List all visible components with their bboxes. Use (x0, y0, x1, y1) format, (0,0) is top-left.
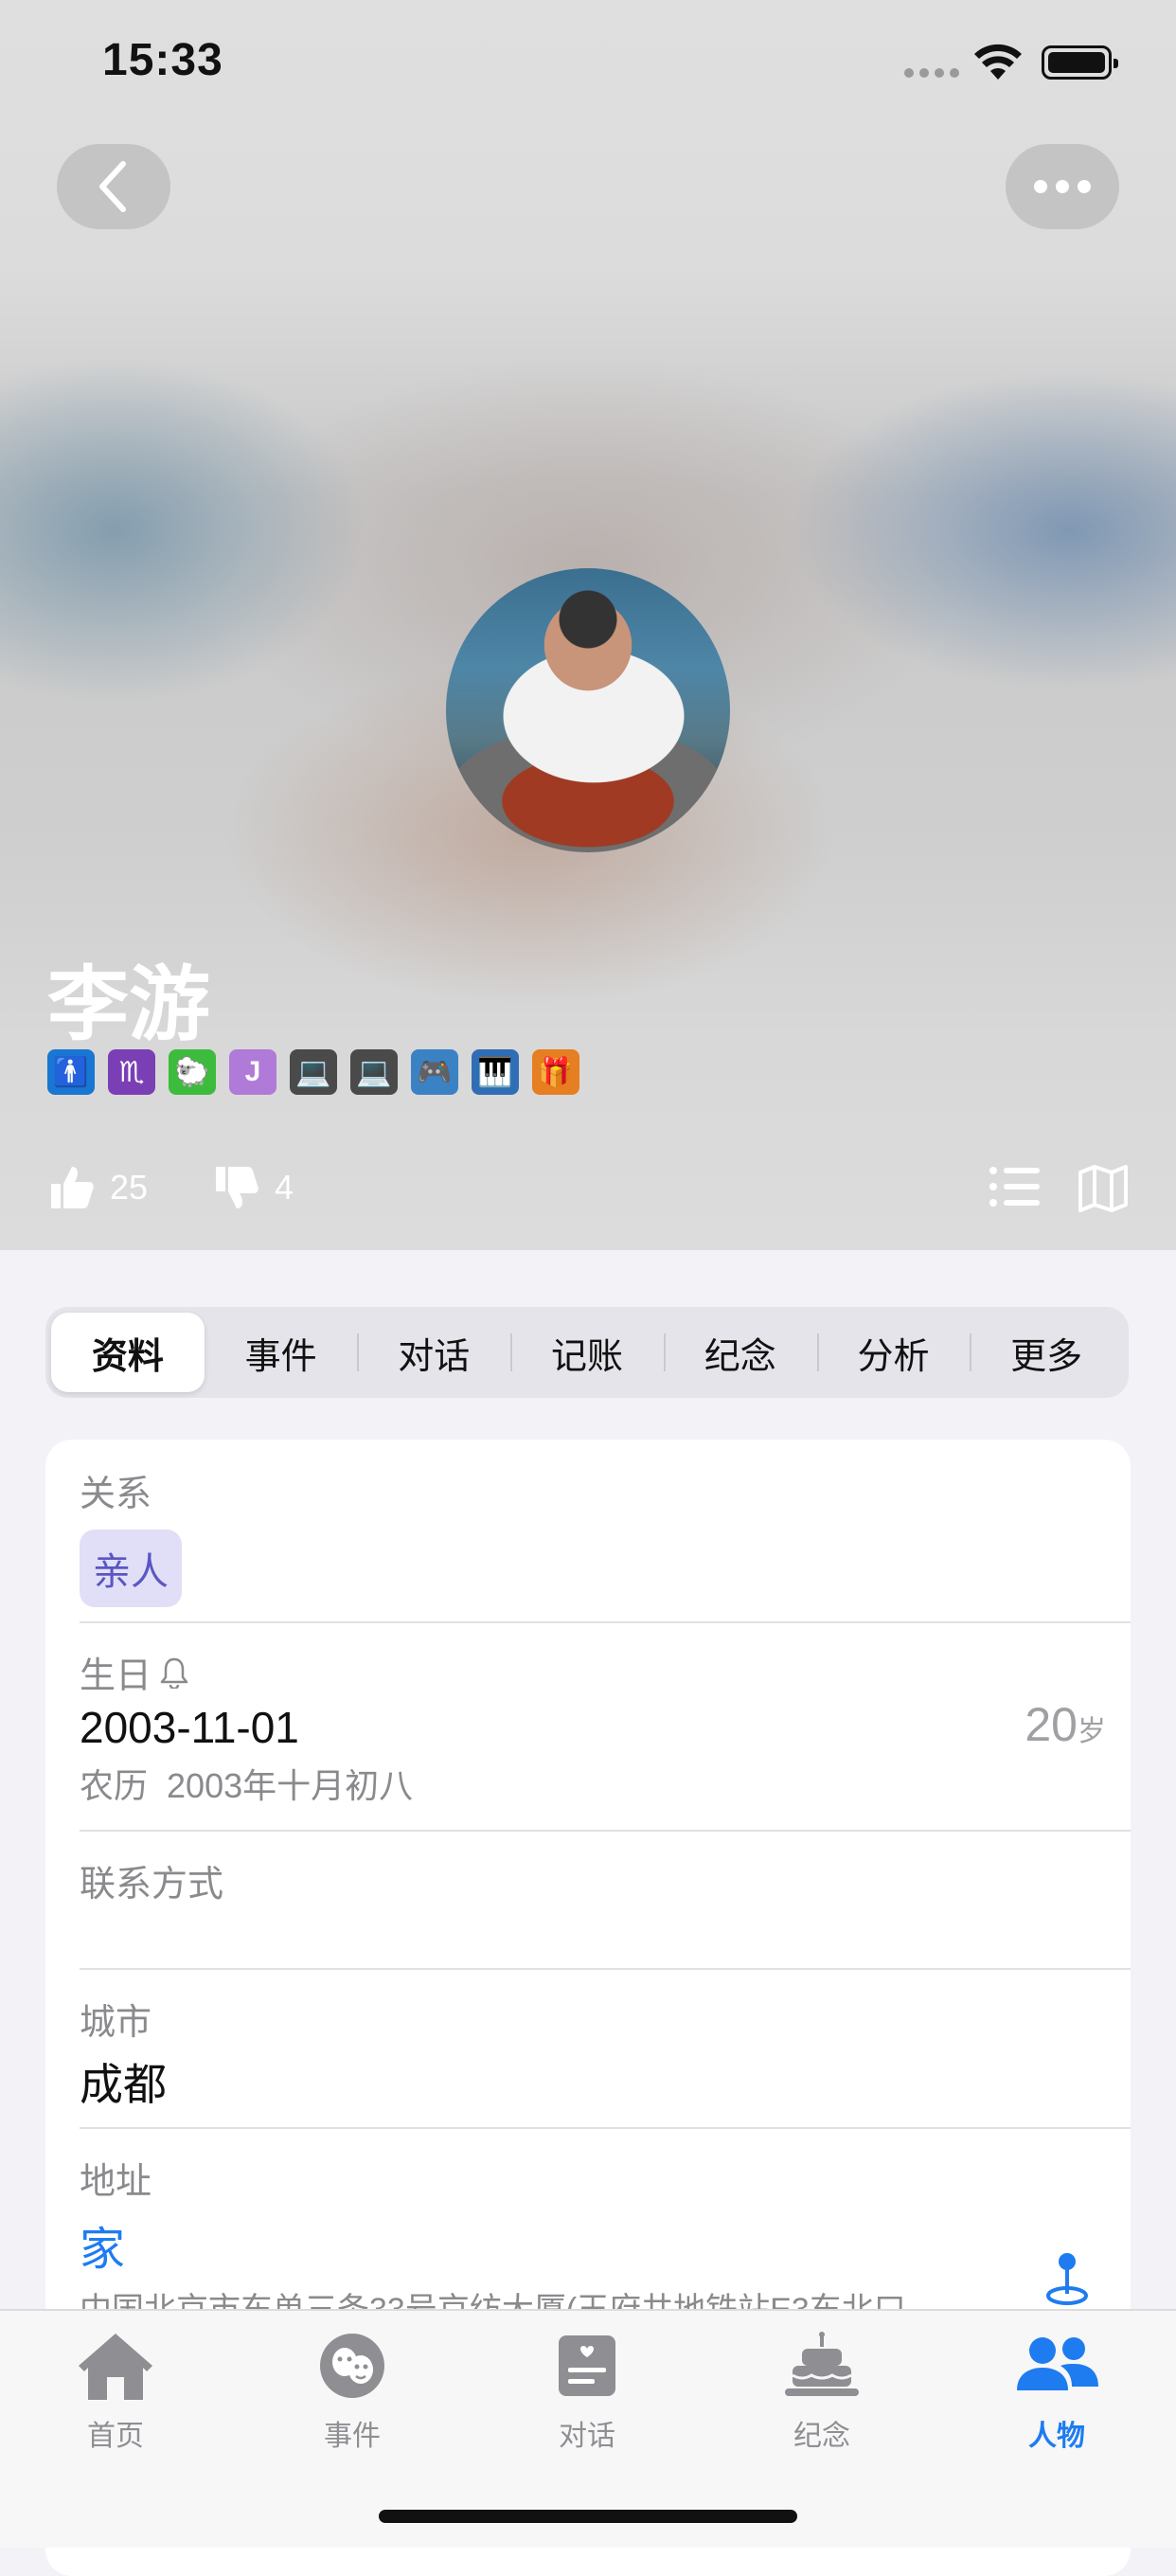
bell-icon (160, 1657, 188, 1689)
chat-card-icon (559, 2335, 615, 2396)
segmented-control: 资料 事件 对话 记账 纪念 分析 更多 (45, 1307, 1129, 1398)
contact-row[interactable]: 联系方式 (80, 1830, 1131, 1970)
home-indicator (379, 2510, 797, 2523)
address-name: 家 (80, 2225, 126, 2275)
contact-label: 联系方式 (80, 1865, 224, 1905)
back-button[interactable] (57, 144, 170, 229)
scorpio-icon: ♏ (108, 1049, 155, 1095)
likes-count: 25 (110, 1168, 149, 1207)
tab-events[interactable]: 事件 (258, 2330, 447, 2454)
address-label: 地址 (80, 2162, 152, 2202)
segment-6[interactable]: 更多 (970, 1313, 1123, 1392)
tab-memorial[interactable]: 纪念 (727, 2330, 917, 2454)
masks-icon (320, 2334, 384, 2398)
profile-name: 李游 (47, 959, 210, 1050)
segment-0[interactable]: 资料 (51, 1313, 205, 1392)
lunar-date: 2003年十月初八 (167, 1766, 414, 1805)
address-row[interactable]: 地址 家 中国北京市东单三条33号京纺大厦(王府井地铁站E3东北口 (80, 2127, 1131, 2335)
segment-1[interactable]: 事件 (205, 1313, 358, 1392)
relation-label: 关系 (80, 1475, 152, 1514)
relation-chip[interactable]: 亲人 (80, 1530, 182, 1607)
tab-people[interactable]: 人物 (962, 2330, 1151, 2454)
piano-icon: 🎹 (472, 1049, 519, 1095)
tab-home-label: 首页 (87, 2421, 144, 2452)
battery-icon (1042, 45, 1118, 80)
people-icon (1017, 2337, 1098, 2390)
tab-home[interactable]: 首页 (21, 2330, 210, 2454)
segment-4[interactable]: 纪念 (663, 1313, 817, 1392)
city-label: 城市 (80, 2003, 152, 2043)
cake-icon (785, 2332, 859, 2396)
profile-tags: 🚹 ♏ 🐑 J 💻 💻 🎮 🎹 🎁 (47, 1049, 579, 1095)
wifi-icon (974, 44, 1022, 80)
header-actions (989, 1165, 1129, 1212)
birthday-row[interactable]: 生日 2003-11-01 20岁 农历 2003年十月初八 (80, 1621, 1131, 1832)
age-unit: 岁 (1078, 1716, 1106, 1747)
tab-events-label: 事件 (324, 2421, 381, 2452)
gamepad-icon: 🎮 (411, 1049, 458, 1095)
letter-j-icon: J (229, 1049, 276, 1095)
age-number: 20 (1025, 1698, 1078, 1751)
avatar[interactable] (446, 568, 730, 852)
dislikes-count: 4 (275, 1168, 294, 1207)
tab-chat[interactable]: 对话 (492, 2330, 682, 2454)
list-icon[interactable] (989, 1165, 1040, 1208)
tab-chat-label: 对话 (559, 2421, 615, 2452)
more-button[interactable] (1006, 144, 1119, 229)
chevron-left-icon (99, 161, 126, 212)
segment-5[interactable]: 分析 (816, 1313, 971, 1392)
city-value: 成都 (80, 2060, 167, 2109)
reaction-bar: 25 4 (47, 1163, 294, 1212)
lunar-prefix: 农历 (80, 1766, 149, 1805)
birthday-value: 2003-11-01 (80, 1703, 299, 1752)
status-bar: 15:33 (0, 0, 1176, 133)
accessibility-icon: 🚹 (47, 1049, 95, 1095)
location-pin-icon[interactable] (1043, 2250, 1091, 2307)
tab-memorial-label: 纪念 (793, 2421, 850, 2452)
segment-3[interactable]: 记账 (510, 1313, 664, 1392)
laptop-icon: 💻 (290, 1049, 337, 1095)
map-icon[interactable] (1078, 1165, 1129, 1212)
cellular-signal-icon (904, 68, 959, 78)
tab-people-label: 人物 (1028, 2421, 1085, 2452)
city-row[interactable]: 城市 成都 (80, 1968, 1131, 2129)
segment-2[interactable]: 对话 (357, 1313, 510, 1392)
relation-row: 关系 亲人 (80, 1440, 1131, 1623)
birthday-label: 生日 (80, 1656, 152, 1696)
ellipsis-icon (1034, 180, 1091, 193)
gift-icon: 🎁 (532, 1049, 579, 1095)
thumbs-up-icon[interactable] (47, 1163, 97, 1212)
home-icon (79, 2334, 152, 2400)
status-time: 15:33 (102, 35, 223, 85)
sheep-icon: 🐑 (169, 1049, 216, 1095)
thumbs-down-icon[interactable] (212, 1163, 261, 1212)
laptop-icon: 💻 (350, 1049, 398, 1095)
